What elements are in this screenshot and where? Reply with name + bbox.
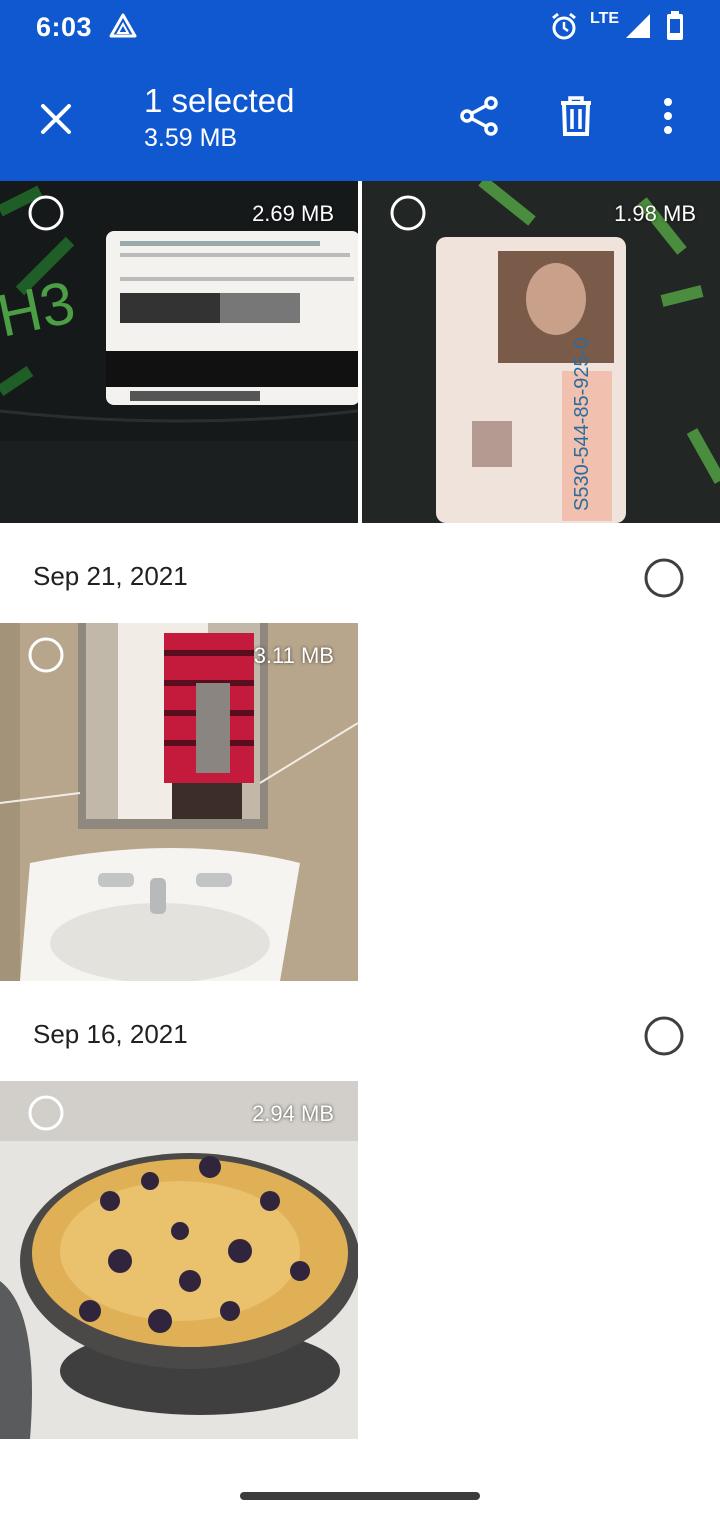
- date-header: Sep 16, 2021: [0, 981, 720, 1081]
- close-selection-button[interactable]: [34, 97, 78, 141]
- photo-tile[interactable]: 2.94 MB: [0, 1081, 358, 1439]
- date-label: Sep 16, 2021: [33, 1019, 188, 1049]
- close-icon: [41, 104, 71, 134]
- status-bar: 6:03 LTE: [0, 0, 720, 52]
- alarm-icon: [550, 12, 578, 47]
- select-all-circle-icon[interactable]: [643, 557, 685, 599]
- unchecked-circle-icon[interactable]: [28, 195, 64, 231]
- unchecked-circle-icon[interactable]: [390, 195, 426, 231]
- unchecked-circle-icon[interactable]: [28, 637, 64, 673]
- photo-thumbnail: [0, 623, 358, 981]
- photo-tile[interactable]: 3.11 MB: [0, 623, 358, 981]
- status-time: 6:03: [36, 12, 93, 42]
- photo-tile[interactable]: S530-544-85-925-0 1.98 MB: [362, 181, 720, 523]
- photo-size: 2.94 MB: [252, 1101, 334, 1126]
- selection-toolbar: 1 selected 3.59 MB: [0, 52, 720, 181]
- trash-icon: [561, 96, 591, 136]
- svg-text:S530-544-85-925-0: S530-544-85-925-0: [571, 338, 593, 511]
- share-icon: [460, 96, 498, 136]
- gesture-nav-handle[interactable]: [240, 1492, 480, 1500]
- selection-count: 1 selected: [144, 82, 295, 119]
- selection-size: 3.59 MB: [144, 124, 238, 152]
- battery-icon: [666, 11, 684, 46]
- photo-size: 2.69 MB: [252, 201, 334, 226]
- photo-thumbnail: S530-544-85-925-0: [362, 181, 720, 523]
- photo-thumbnail: [0, 1081, 358, 1439]
- more-options-button[interactable]: [648, 94, 688, 138]
- share-button[interactable]: [458, 94, 502, 138]
- drive-icon: [108, 12, 138, 45]
- signal-icon: [624, 12, 652, 45]
- photo-thumbnail: H3: [0, 181, 358, 523]
- date-label: Sep 21, 2021: [33, 561, 188, 591]
- unchecked-circle-icon[interactable]: [28, 1095, 64, 1131]
- network-type: LTE: [590, 10, 620, 27]
- more-vert-icon: [664, 98, 672, 134]
- select-all-circle-icon[interactable]: [643, 1015, 685, 1057]
- photo-tile[interactable]: H3 2.69 MB: [0, 181, 358, 523]
- date-header: Sep 21, 2021: [0, 523, 720, 623]
- photo-size: 3.11 MB: [253, 643, 334, 668]
- delete-button[interactable]: [554, 94, 598, 138]
- photo-size: 1.98 MB: [614, 201, 696, 226]
